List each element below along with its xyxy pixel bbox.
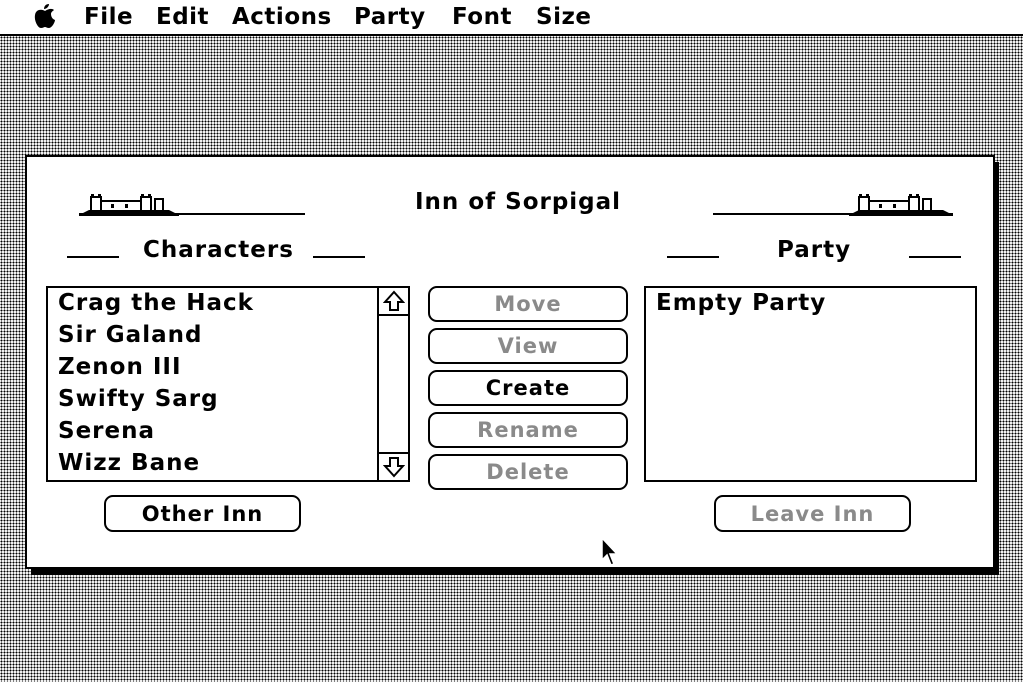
rename-button[interactable]: Rename	[428, 412, 628, 448]
list-scrollbar[interactable]	[377, 288, 408, 480]
list-item[interactable]: Zenon III	[58, 354, 182, 380]
menu-font[interactable]: Font	[452, 4, 512, 30]
menu-actions[interactable]: Actions	[232, 4, 332, 30]
leave-inn-button[interactable]: Leave Inn	[714, 495, 911, 532]
characters-heading: Characters	[143, 237, 294, 263]
character-list[interactable]: Crag the Hack Sir Galand Zenon III Swift…	[46, 286, 410, 482]
inn-title: Inn of Sorpigal	[415, 189, 622, 215]
castle-icon-right	[849, 189, 953, 223]
scroll-up-arrow-icon[interactable]	[379, 288, 408, 316]
characters-rule-left	[67, 256, 119, 258]
create-button[interactable]: Create	[428, 370, 628, 406]
move-button[interactable]: Move	[428, 286, 628, 322]
title-rule-left	[147, 213, 305, 215]
list-item[interactable]: Swifty Sarg	[58, 386, 219, 412]
list-item[interactable]: Sir Galand	[58, 322, 202, 348]
menu-size[interactable]: Size	[536, 4, 591, 30]
menu-party[interactable]: Party	[354, 4, 426, 30]
party-list[interactable]: Empty Party	[644, 286, 977, 482]
menu-edit[interactable]: Edit	[156, 4, 209, 30]
menu-bar: File Edit Actions Party Font Size	[0, 0, 1023, 36]
other-inn-button[interactable]: Other Inn	[104, 495, 301, 532]
list-item[interactable]: Wizz Bane	[58, 450, 200, 476]
characters-rule-right	[313, 256, 365, 258]
list-item[interactable]: Crag the Hack	[58, 290, 254, 316]
view-button[interactable]: View	[428, 328, 628, 364]
scroll-down-arrow-icon[interactable]	[379, 452, 408, 480]
apple-menu-icon[interactable]	[33, 3, 57, 35]
party-heading: Party	[777, 237, 852, 263]
delete-button[interactable]: Delete	[428, 454, 628, 490]
party-rule-left	[667, 256, 719, 258]
list-item[interactable]: Empty Party	[656, 290, 826, 316]
castle-icon-left	[79, 189, 179, 223]
inn-dialog: Inn of Sorpigal Characters Party Crag th…	[25, 155, 995, 569]
list-item[interactable]: Serena	[58, 418, 155, 444]
title-rule-right	[713, 213, 859, 215]
menu-file[interactable]: File	[84, 4, 133, 30]
party-rule-right	[909, 256, 961, 258]
mouse-pointer-icon	[600, 536, 620, 571]
